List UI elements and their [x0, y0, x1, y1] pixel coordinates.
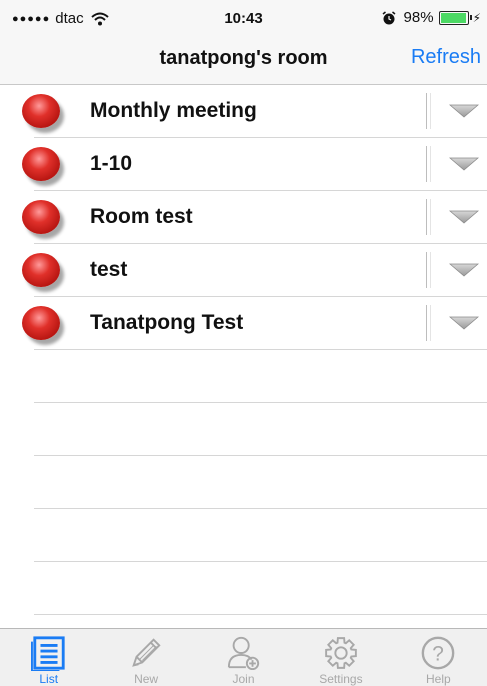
empty-row: [34, 456, 487, 509]
room-row[interactable]: Monthly meeting: [22, 85, 487, 138]
tab-label: List: [39, 672, 59, 686]
alarm-clock-icon: [382, 10, 395, 24]
refresh-button[interactable]: Refresh: [411, 46, 481, 69]
empty-row: [34, 509, 487, 562]
tab-new[interactable]: New: [97, 629, 194, 686]
battery-nub: [469, 15, 472, 20]
row-divider: [426, 93, 431, 129]
empty-row: [34, 403, 487, 456]
tab-join[interactable]: Join: [195, 629, 292, 686]
status-dot-icon: [22, 147, 60, 181]
status-right: 98% ⚡: [382, 9, 481, 26]
chevron-down-icon[interactable]: [449, 209, 479, 225]
tab-list[interactable]: List: [0, 629, 97, 686]
tab-label: Join: [232, 672, 255, 686]
row-divider: [426, 199, 431, 235]
row-divider: [426, 252, 431, 288]
app-screen: ●●●●● dtac 10:43 98% ⚡ tanatpong's room …: [0, 0, 487, 686]
help-icon: ?: [421, 636, 455, 670]
tab-settings[interactable]: Settings: [292, 629, 389, 686]
chevron-down-icon[interactable]: [449, 315, 479, 331]
battery-icon: [438, 10, 469, 25]
charging-bolt-icon: ⚡: [472, 10, 481, 25]
list-icon: [30, 636, 65, 671]
tab-label: New: [134, 672, 159, 686]
battery-percent: 98%: [403, 9, 434, 26]
empty-row: [34, 350, 487, 403]
room-row[interactable]: Tanatpong Test: [22, 297, 487, 350]
gear-icon: [325, 637, 357, 669]
status-dot-icon: [22, 306, 60, 340]
empty-row: [34, 562, 487, 615]
room-name: Tanatpong Test: [90, 311, 244, 334]
room-row[interactable]: Room test: [22, 191, 487, 244]
chevron-down-icon[interactable]: [449, 103, 479, 119]
status-bar: ●●●●● dtac 10:43 98% ⚡: [0, 0, 487, 36]
pencil-icon: [132, 638, 161, 667]
chevron-down-icon[interactable]: [449, 262, 479, 278]
status-dot-icon: [22, 94, 60, 128]
tab-label: Settings: [319, 672, 363, 686]
room-name: 1-10: [90, 152, 133, 175]
svg-text:?: ?: [433, 643, 445, 666]
row-divider: [426, 146, 431, 182]
chevron-down-icon[interactable]: [449, 156, 479, 172]
row-divider: [426, 305, 431, 341]
navigation-bar: tanatpong's room Refresh: [0, 36, 487, 85]
room-name: Room test: [90, 205, 193, 228]
room-name: test: [90, 258, 128, 281]
status-dot-icon: [22, 253, 60, 287]
room-row[interactable]: 1-10: [22, 138, 487, 191]
tab-help[interactable]: ? Help: [390, 629, 487, 686]
room-name: Monthly meeting: [90, 99, 257, 122]
tab-bar: List New Join Settings? Help: [0, 628, 487, 686]
join-user-icon: [227, 636, 259, 671]
status-dot-icon: [22, 200, 60, 234]
room-list: Monthly meeting 1-10 Room test test Tanatpon…: [0, 85, 487, 615]
tab-label: Help: [425, 672, 451, 686]
room-row[interactable]: test: [22, 244, 487, 297]
